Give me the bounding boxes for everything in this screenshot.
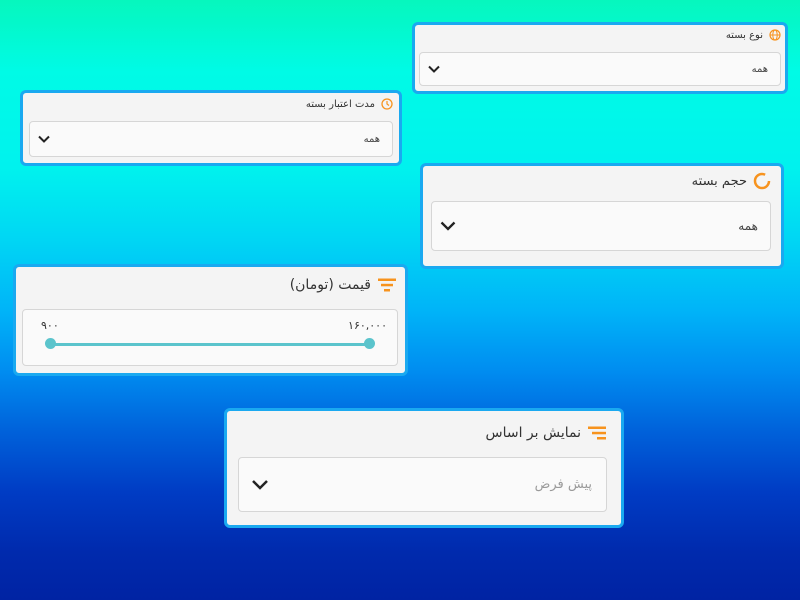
sort-header: نمایش بر اساس — [486, 425, 608, 441]
filter-icon — [377, 277, 397, 293]
price-filter: قیمت (تومان) ۱۶۰,۰۰۰ ۹۰۰ — [13, 264, 408, 376]
package-type-header: نوع بسته — [726, 29, 781, 41]
price-header: قیمت (تومان) — [290, 277, 397, 293]
package-validity-filter: مدت اعتبار بسته همه — [20, 90, 402, 166]
chevron-down-icon — [251, 479, 269, 490]
package-volume-value: همه — [738, 219, 758, 233]
slider-track — [47, 343, 373, 346]
price-label: قیمت (تومان) — [289, 277, 371, 293]
package-volume-label: حجم بسته — [691, 173, 747, 189]
package-type-select[interactable]: همه — [419, 52, 781, 86]
package-type-value: همه — [751, 63, 768, 75]
package-validity-select[interactable]: همه — [29, 121, 393, 157]
sort-select[interactable]: پیش فرض — [238, 457, 607, 512]
chevron-down-icon — [440, 221, 456, 231]
circle-progress-icon — [753, 172, 771, 190]
globe-icon — [769, 29, 781, 41]
package-volume-select[interactable]: همه — [431, 201, 771, 251]
sort-value: پیش فرض — [534, 477, 592, 492]
price-max-label: ۱۶۰,۰۰۰ — [348, 319, 387, 332]
package-volume-filter: حجم بسته همه — [420, 163, 784, 269]
package-type-label: نوع بسته — [725, 29, 763, 41]
sort-filter: نمایش بر اساس پیش فرض — [224, 408, 624, 528]
package-volume-header: حجم بسته — [692, 172, 771, 190]
price-min-label: ۹۰۰ — [41, 319, 59, 332]
chevron-down-icon — [38, 135, 50, 143]
slider-min-handle[interactable] — [45, 338, 56, 349]
price-range-slider: ۱۶۰,۰۰۰ ۹۰۰ — [22, 309, 398, 366]
package-validity-value: همه — [363, 133, 380, 145]
package-validity-header: مدت اعتبار بسته — [306, 98, 393, 110]
sort-icon — [587, 425, 607, 441]
chevron-down-icon — [428, 65, 440, 73]
clock-icon — [381, 98, 393, 110]
package-type-filter: نوع بسته همه — [412, 22, 788, 94]
slider-max-handle[interactable] — [364, 338, 375, 349]
package-validity-label: مدت اعتبار بسته — [305, 98, 375, 110]
sort-label: نمایش بر اساس — [485, 425, 582, 441]
